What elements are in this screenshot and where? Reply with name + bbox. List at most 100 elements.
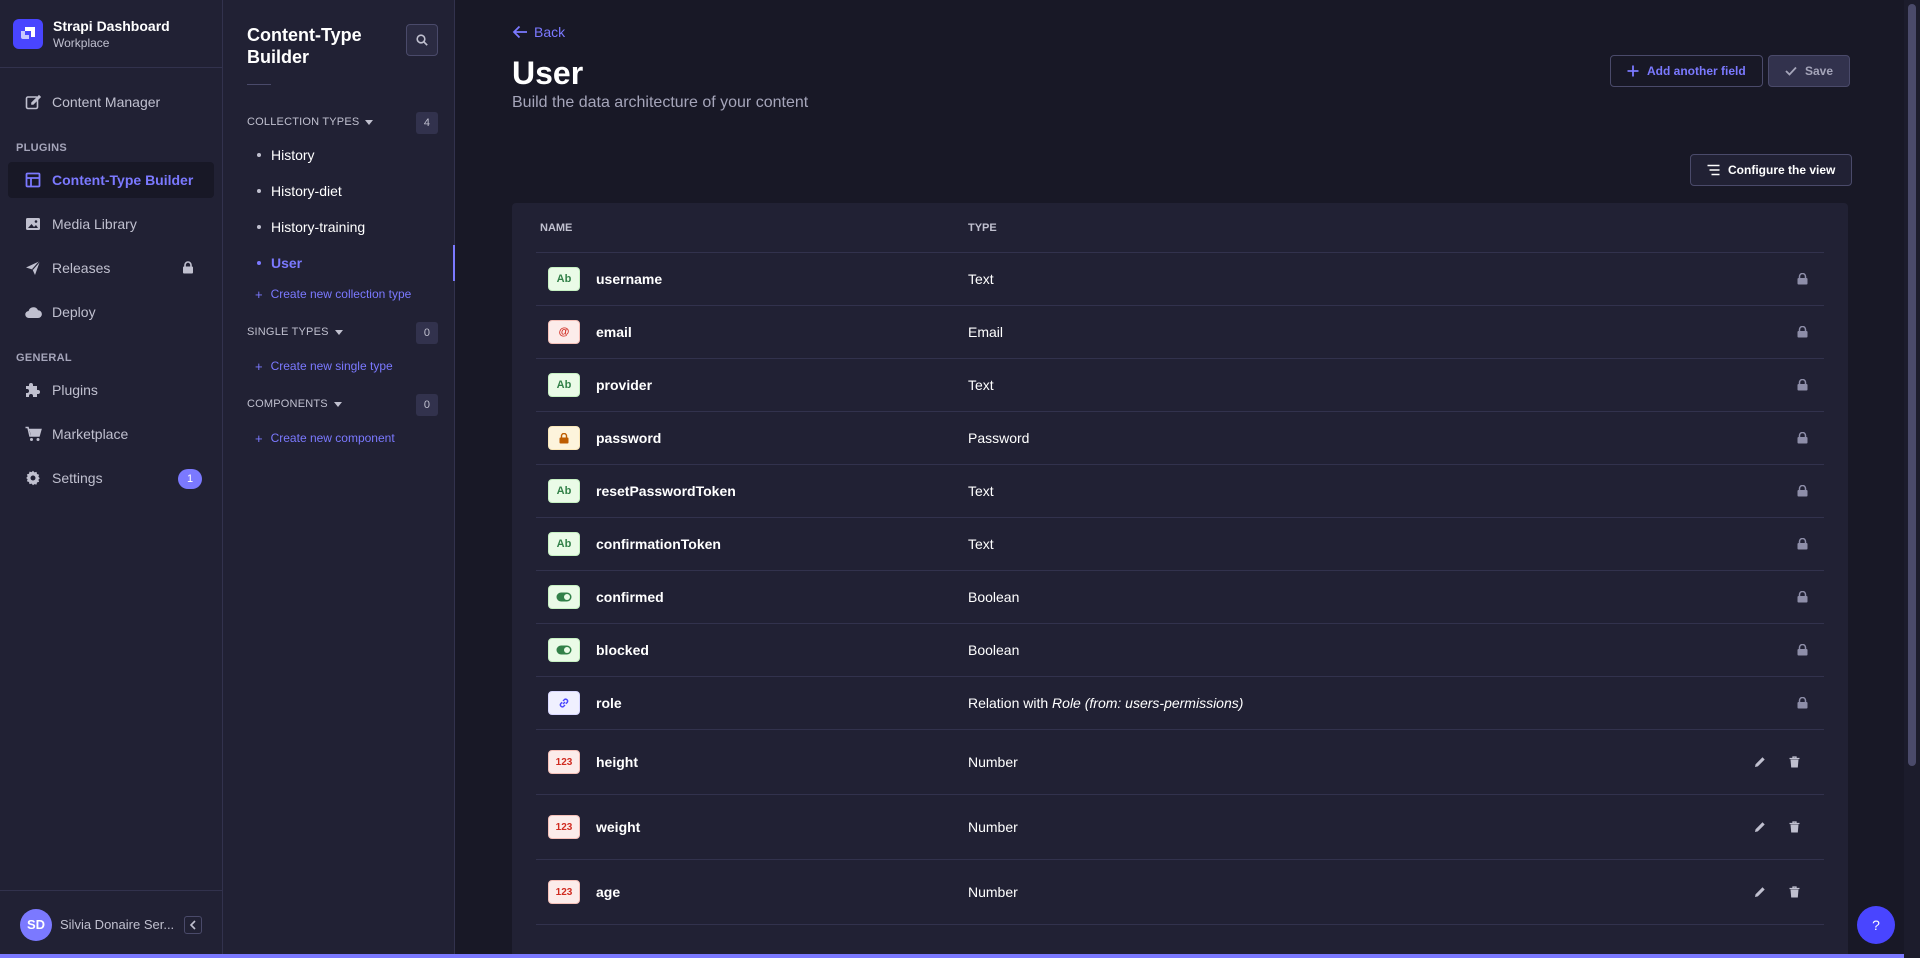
create-link-label: Create new single type bbox=[270, 359, 393, 373]
table-row[interactable]: confirmed Boolean bbox=[536, 571, 1824, 624]
nav-item-content-manager[interactable]: Content Manager bbox=[8, 84, 214, 120]
subnav-title: Content-Type Builder bbox=[247, 25, 362, 67]
edit-icon[interactable] bbox=[1754, 886, 1766, 898]
create-link-label: Create new component bbox=[270, 431, 395, 445]
single-types-toggle[interactable]: SINGLE TYPES 0 bbox=[223, 317, 454, 347]
bottom-accent-line bbox=[0, 954, 1904, 958]
nav-item-deploy[interactable]: Deploy bbox=[8, 294, 214, 330]
field-type: Text bbox=[968, 536, 994, 552]
table-row[interactable]: 123 height Number bbox=[536, 730, 1824, 795]
brand-header[interactable]: Strapi Dashboard Workplace bbox=[0, 0, 222, 68]
add-another-field-button[interactable]: Add another field bbox=[1610, 55, 1763, 87]
nav-item-label: Content-Type Builder bbox=[52, 172, 194, 188]
table-body: Ab username Text @ email Email Ab provider Text p… bbox=[536, 253, 1824, 925]
back-link[interactable]: Back bbox=[512, 24, 565, 40]
button-label: Add another field bbox=[1647, 64, 1746, 78]
pencil-square-icon bbox=[24, 93, 42, 111]
field-name: role bbox=[596, 695, 622, 711]
edit-icon[interactable] bbox=[1754, 756, 1766, 768]
save-button[interactable]: Save bbox=[1768, 55, 1851, 87]
table-row[interactable]: Ab username Text bbox=[536, 253, 1824, 306]
nav-item-releases[interactable]: Releases bbox=[8, 250, 214, 286]
collection-item-label: User bbox=[271, 255, 303, 271]
collection-types-toggle[interactable]: COLLECTION TYPES 4 bbox=[223, 107, 454, 137]
nav-item-label: Marketplace bbox=[52, 426, 129, 442]
trash-icon[interactable] bbox=[1789, 756, 1800, 768]
table-row[interactable]: Ab resetPasswordToken Text bbox=[536, 465, 1824, 518]
main-content: Back User Build the data architecture of… bbox=[456, 0, 1904, 958]
table-header: NAME TYPE bbox=[536, 203, 1824, 253]
create-single-type-link[interactable]: + Create new single type bbox=[223, 353, 454, 379]
bullet-icon bbox=[257, 189, 261, 193]
table-row[interactable]: 123 weight Number bbox=[536, 795, 1824, 860]
nav-item-settings[interactable]: Settings 1 bbox=[8, 460, 214, 496]
collection-item-history-training[interactable]: History-training bbox=[223, 209, 454, 245]
link-icon bbox=[548, 691, 580, 715]
field-name: blocked bbox=[596, 642, 649, 658]
nav-item-plugins[interactable]: Plugins bbox=[8, 372, 214, 408]
trash-icon[interactable] bbox=[1789, 886, 1800, 898]
shopping-cart-icon bbox=[24, 425, 42, 443]
table-row[interactable]: blocked Boolean bbox=[536, 624, 1824, 677]
collection-item-user[interactable]: User bbox=[223, 245, 455, 281]
paper-plane-icon bbox=[24, 259, 42, 277]
lock-icon bbox=[1797, 326, 1808, 338]
collapse-nav-button[interactable] bbox=[184, 916, 202, 934]
field-type: Number bbox=[968, 819, 1018, 835]
lock-icon bbox=[1797, 432, 1808, 444]
field-type-number-icon: 123 bbox=[548, 750, 580, 774]
list-settings-icon bbox=[1707, 164, 1720, 176]
brand-subtitle: Workplace bbox=[53, 35, 110, 50]
table-row[interactable]: @ email Email bbox=[536, 306, 1824, 359]
field-type: Boolean bbox=[968, 642, 1020, 658]
field-type-text-icon: Ab bbox=[548, 479, 580, 503]
user-profile[interactable]: SD Silvia Donaire Ser... bbox=[0, 890, 222, 958]
relation-prefix: Relation with bbox=[968, 695, 1053, 711]
help-button[interactable]: ? bbox=[1857, 906, 1895, 944]
plus-icon: + bbox=[255, 286, 263, 302]
scrollbar-thumb[interactable] bbox=[1908, 4, 1916, 766]
field-type: Boolean bbox=[968, 589, 1020, 605]
column-header-type: TYPE bbox=[968, 221, 997, 234]
components-toggle[interactable]: COMPONENTS 0 bbox=[223, 389, 454, 419]
collection-item-history[interactable]: History bbox=[223, 137, 454, 173]
collection-item-history-diet[interactable]: History-diet bbox=[223, 173, 454, 209]
page-scrollbar[interactable] bbox=[1904, 0, 1920, 958]
nav-item-content-type-builder[interactable]: Content-Type Builder bbox=[8, 162, 214, 198]
create-collection-type-link[interactable]: + Create new collection type bbox=[223, 281, 454, 307]
nav-item-marketplace[interactable]: Marketplace bbox=[8, 416, 214, 452]
field-type: Number bbox=[968, 754, 1018, 770]
button-label: Configure the view bbox=[1728, 163, 1836, 177]
field-name: weight bbox=[596, 819, 641, 835]
collection-item-label: History-diet bbox=[271, 183, 342, 199]
plus-icon: + bbox=[255, 430, 263, 446]
table-row[interactable]: Ab confirmationToken Text bbox=[536, 518, 1824, 571]
field-name: username bbox=[596, 271, 663, 287]
field-name: provider bbox=[596, 377, 653, 393]
edit-icon[interactable] bbox=[1754, 821, 1766, 833]
subnav-search-button[interactable] bbox=[406, 24, 438, 56]
field-type-text-icon: Ab bbox=[548, 373, 580, 397]
bullet-icon bbox=[257, 261, 261, 265]
field-type: Text bbox=[968, 271, 994, 287]
nav-item-media-library[interactable]: Media Library bbox=[8, 206, 214, 242]
check-icon bbox=[1785, 66, 1797, 76]
table-row[interactable]: role Relation with Role (from: users-perm… bbox=[536, 677, 1824, 730]
table-row[interactable]: Ab provider Text bbox=[536, 359, 1824, 412]
toggle-icon bbox=[548, 638, 580, 662]
nav-item-label: Deploy bbox=[52, 304, 96, 320]
table-row[interactable]: password Password bbox=[536, 412, 1824, 465]
table-row[interactable]: 123 age Number bbox=[536, 860, 1824, 925]
lock-icon bbox=[548, 426, 580, 450]
lock-icon bbox=[1797, 644, 1808, 656]
toggle-icon bbox=[548, 585, 580, 609]
create-component-link[interactable]: + Create new component bbox=[223, 425, 454, 451]
configure-view-button[interactable]: Configure the view bbox=[1690, 154, 1853, 186]
relation-target: Role (from: users-permissions) bbox=[1052, 695, 1244, 711]
button-label: Save bbox=[1805, 64, 1834, 78]
components-count: 0 bbox=[416, 394, 438, 416]
plus-icon: + bbox=[255, 358, 263, 374]
back-label: Back bbox=[534, 24, 566, 40]
gear-icon bbox=[24, 469, 42, 487]
trash-icon[interactable] bbox=[1789, 821, 1800, 833]
